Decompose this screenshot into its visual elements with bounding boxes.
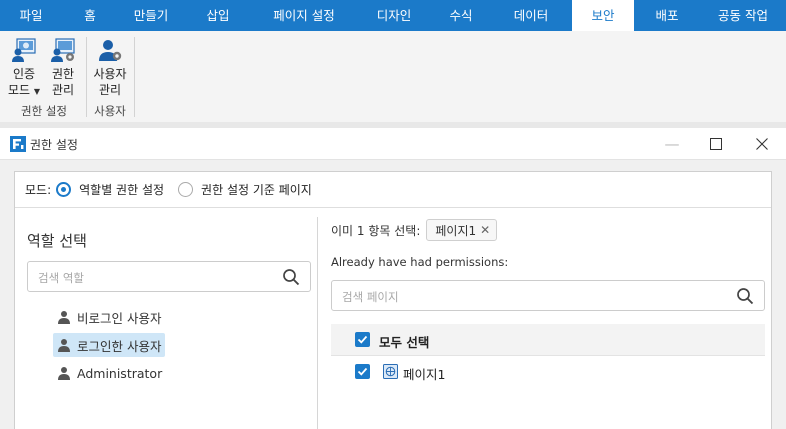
check-icon [357,335,368,344]
ribbon-separator [134,37,135,117]
dialog-title: 권한 설정 [30,138,78,152]
maximize-button[interactable] [704,134,728,154]
user-manage-button[interactable]: 사용자 관리 [88,35,132,98]
auth-mode-icon [12,38,36,62]
chevron-down-icon: ▼ [33,87,41,96]
search-icon[interactable] [736,287,754,305]
tab-data[interactable]: 데이터 [490,0,572,31]
group-permission-settings: 인증 모드 ▼ 권한 관리 권한 설정 [4,35,84,119]
search-icon[interactable] [282,268,300,286]
user-manage-label-2: 관리 [98,83,122,97]
close-icon [756,138,768,150]
close-button[interactable] [750,134,774,154]
already-permissions-label: Already have had permissions: [331,255,509,269]
tab-formula[interactable]: 수식 [432,0,490,31]
dialog-titlebar[interactable]: 권한 설정 — [0,128,786,160]
mode-role-label[interactable]: 역할별 권한 설정 [79,181,164,198]
tab-file[interactable]: 파일 [0,0,62,31]
permission-manage-label-1: 권한 [51,67,75,81]
mode-row: 모드: 역할별 권한 설정 권한 설정 기준 페이지 [25,179,312,199]
group-user: 사용자 관리 사용자 [88,35,132,119]
minimize-button[interactable]: — [660,134,684,154]
permission-manage-icon [51,38,75,62]
tab-page-setup[interactable]: 페이지 설정 [252,0,356,31]
role-search-box[interactable]: 검색 역할 [27,261,311,292]
app-logo-icon [10,136,26,152]
role-item-administrator[interactable]: Administrator [53,361,166,385]
permission-manage-label-2: 관리 [51,83,75,97]
select-all-label: 모두 선택 [379,335,430,350]
role-search-input[interactable]: 검색 역할 [38,270,84,286]
group-label-permission: 권한 설정 [21,104,67,118]
selected-chip[interactable]: 페이지1 ✕ [426,219,498,241]
permission-manage-button[interactable]: 권한 관리 [46,35,80,98]
tab-collaboration[interactable]: 공동 작업 [700,0,786,31]
mode-page-label[interactable]: 권한 설정 기준 페이지 [201,181,312,198]
divider [15,207,771,208]
person-icon [58,311,70,324]
role-item-anonymous[interactable]: 비로그인 사용자 [53,305,165,329]
role-label: 비로그인 사용자 [77,310,162,326]
selected-items-row: 이미 1 항목 선택: 페이지1 ✕ [331,219,498,241]
selected-chip-label: 페이지1 [435,223,477,238]
page-item-checkbox[interactable] [355,364,370,379]
role-label: Administrator [77,365,163,381]
tab-insert[interactable]: 삽입 [184,0,252,31]
permission-panel: 모드: 역할별 권한 설정 권한 설정 기준 페이지 역할 선택 검색 역할 비… [14,171,772,429]
page-search-input[interactable]: 검색 페이지 [342,289,399,305]
page-search-box[interactable]: 검색 페이지 [331,280,765,311]
tab-home[interactable]: 홈 [62,0,118,31]
web-page-icon [383,364,398,379]
user-manage-label-1: 사용자 [93,67,127,81]
auth-mode-label-2: 모드 ▼ [7,83,41,97]
tab-design[interactable]: 디자인 [356,0,432,31]
role-item-logged-in[interactable]: 로그인한 사용자 [53,333,166,357]
ribbon: 인증 모드 ▼ 권한 관리 권한 설정 사용자 관리 사용자 [0,31,786,122]
mode-page-radio[interactable] [178,181,194,197]
person-icon [58,339,70,352]
role-label: 로그인한 사용자 [77,338,162,354]
permission-dialog: 모드: 역할별 권한 설정 권한 설정 기준 페이지 역할 선택 검색 역할 비… [0,160,786,429]
tab-deploy[interactable]: 배포 [634,0,700,31]
person-icon [58,367,70,380]
auth-mode-label-1: 인증 [12,67,36,81]
mode-role-radio[interactable] [56,181,72,197]
ribbon-tab-bar: 파일 홈 만들기 삽입 페이지 설정 디자인 수식 데이터 보안 배포 공동 작… [0,0,786,31]
user-manage-icon [99,40,122,61]
selected-count-label: 이미 1 항목 선택: [331,223,421,238]
mode-label: 모드: [25,182,52,197]
group-label-user: 사용자 [94,104,126,118]
ribbon-separator [86,37,87,117]
select-all-checkbox[interactable] [355,332,370,347]
check-icon [357,367,368,376]
remove-chip-icon[interactable]: ✕ [480,223,490,237]
auth-mode-button[interactable]: 인증 모드 ▼ [6,35,42,100]
column-divider [317,217,318,429]
select-all-row[interactable]: 모두 선택 [331,324,765,356]
role-select-title: 역할 선택 [27,232,87,250]
tab-security[interactable]: 보안 [572,0,634,31]
maximize-icon [710,138,722,150]
page-list-item[interactable]: 페이지1 [331,356,765,388]
minimize-icon: — [664,135,680,153]
page-item-label: 페이지1 [403,367,446,382]
tab-create[interactable]: 만들기 [118,0,184,31]
